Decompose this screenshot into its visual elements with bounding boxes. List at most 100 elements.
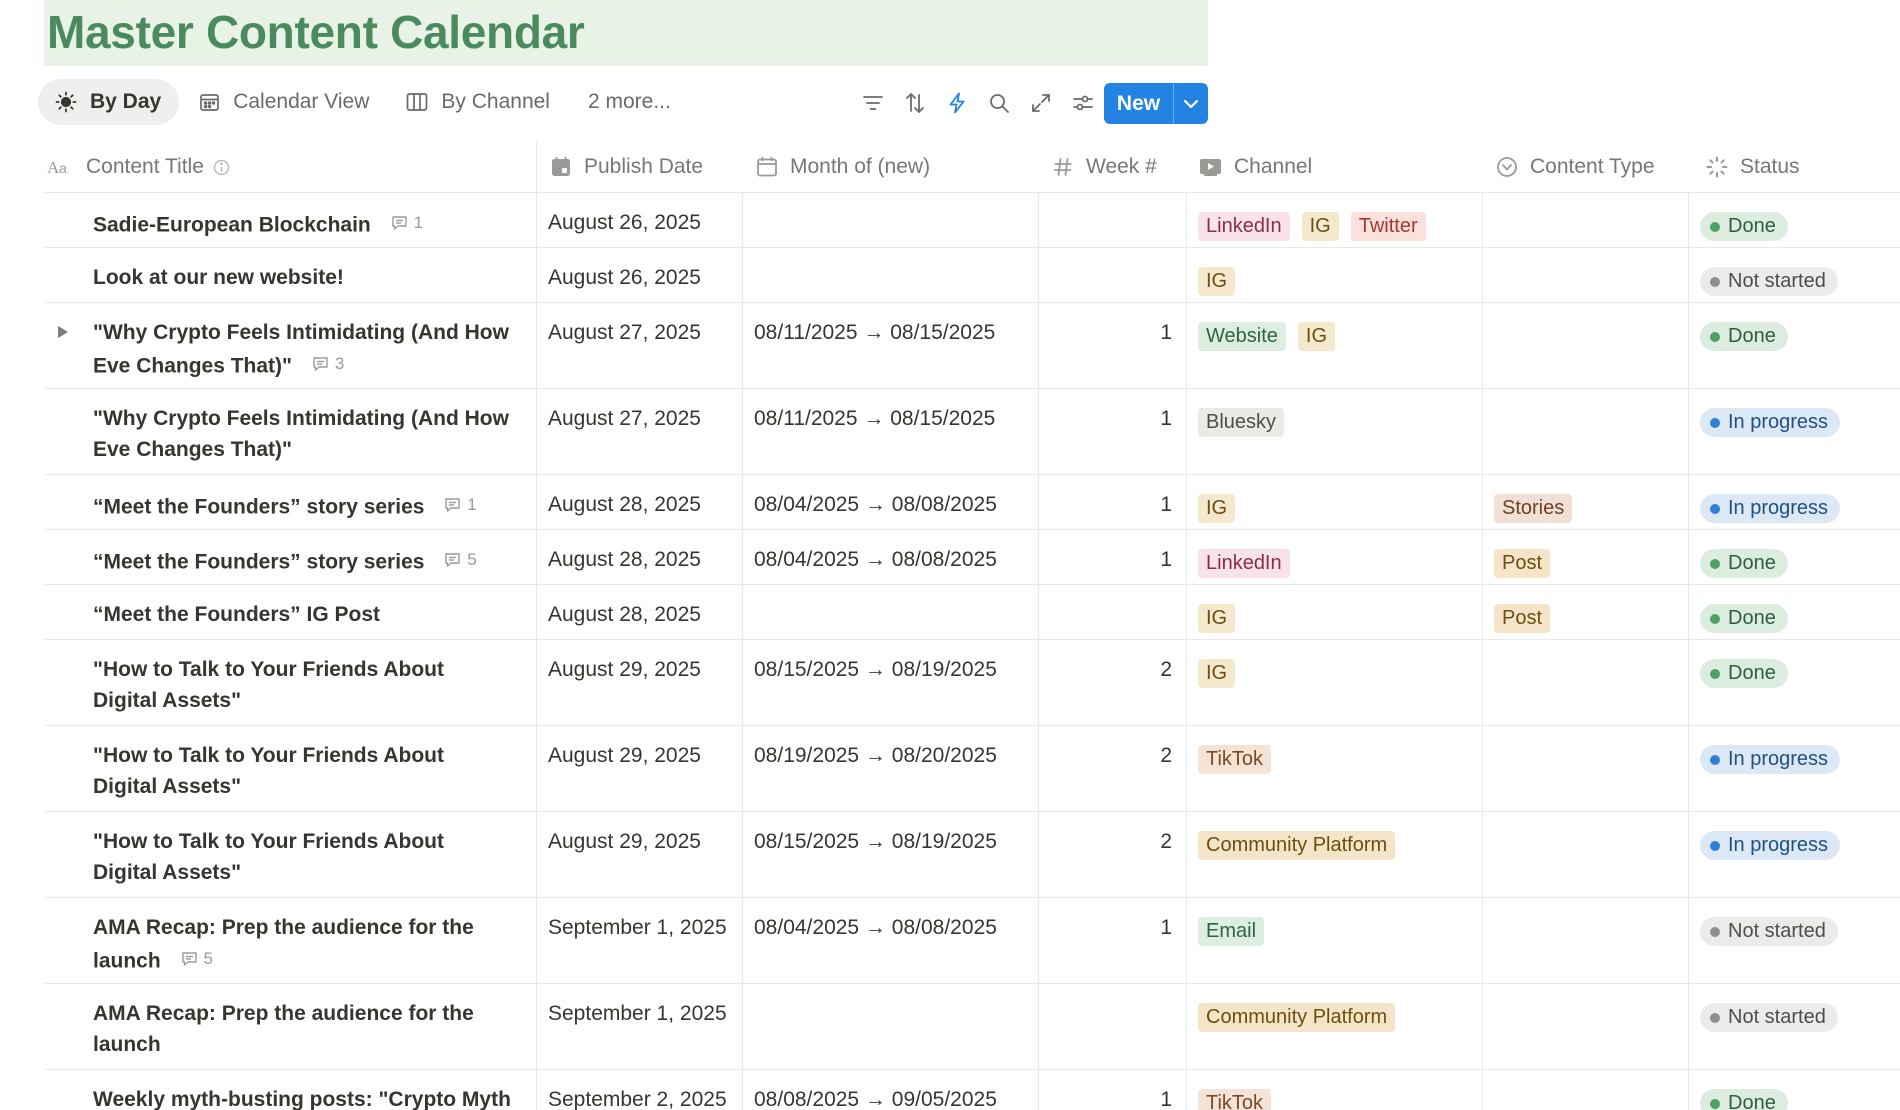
cell-content-type[interactable] (1482, 812, 1688, 897)
cell-week[interactable]: 2 (1038, 726, 1186, 811)
row-title[interactable]: "How to Talk to Your Friends About Digit… (93, 654, 513, 716)
table-row[interactable]: Sadie-European Blockchain 1 August 26, 2… (44, 193, 1900, 248)
cell-status[interactable]: In progress (1688, 726, 1900, 811)
row-title[interactable]: "Why Crypto Feels Intimidating (And How … (93, 403, 513, 465)
status-badge[interactable]: In progress (1700, 494, 1841, 523)
cell-channel[interactable]: IG (1186, 585, 1482, 639)
cell-week[interactable]: 1 (1038, 898, 1186, 983)
cell-week[interactable]: 1 (1038, 1070, 1186, 1110)
column-header-publish-date[interactable]: Publish Date (548, 141, 703, 193)
table-row[interactable]: “Meet the Founders” story series 5 Augus… (44, 530, 1900, 585)
cell-channel[interactable]: TikTok (1186, 1070, 1482, 1110)
cell-content-title[interactable]: Look at our new website! (44, 248, 536, 302)
table-row[interactable]: "How to Talk to Your Friends About Digit… (44, 640, 1900, 726)
cell-content-title[interactable]: Sadie-European Blockchain 1 (44, 193, 536, 247)
cell-week[interactable]: 2 (1038, 640, 1186, 725)
cell-channel[interactable]: TikTok (1186, 726, 1482, 811)
content-type-tag[interactable]: Stories (1494, 494, 1573, 523)
comment-count[interactable]: 3 (312, 348, 344, 379)
cell-month[interactable] (742, 984, 1038, 1069)
info-icon[interactable] (213, 159, 230, 176)
table-row[interactable]: AMA Recap: Prep the audience for the lau… (44, 898, 1900, 984)
status-badge[interactable]: Not started (1700, 1003, 1838, 1032)
settings-sliders-icon[interactable] (1062, 82, 1104, 124)
cell-publish-date[interactable]: August 28, 2025 (536, 475, 742, 529)
cell-channel[interactable]: IG (1186, 475, 1482, 529)
table-row[interactable]: “Meet the Founders” IG Post August 28, 2… (44, 585, 1900, 640)
cell-publish-date[interactable]: August 29, 2025 (536, 640, 742, 725)
cell-publish-date[interactable]: August 26, 2025 (536, 248, 742, 302)
cell-channel[interactable]: Bluesky (1186, 389, 1482, 474)
channel-tag[interactable]: Twitter (1350, 212, 1426, 241)
cell-content-type[interactable] (1482, 193, 1688, 247)
channel-tag[interactable]: Bluesky (1198, 408, 1285, 437)
cell-status[interactable]: Not started (1688, 898, 1900, 983)
tab-calendar-view[interactable]: Calendar View (179, 79, 387, 125)
table-row[interactable]: "How to Talk to Your Friends About Digit… (44, 812, 1900, 898)
cell-content-type[interactable] (1482, 389, 1688, 474)
cell-month[interactable]: 08/15/2025 → 08/19/2025 (742, 812, 1038, 897)
cell-publish-date[interactable]: September 1, 2025 (536, 984, 742, 1069)
row-title[interactable]: "Why Crypto Feels Intimidating (And How … (93, 317, 513, 382)
column-header-content-type[interactable]: Content Type (1494, 141, 1655, 193)
status-badge[interactable]: Done (1700, 604, 1788, 633)
column-header-status[interactable]: Status (1704, 141, 1800, 193)
row-title[interactable]: “Meet the Founders” story series 5 (93, 544, 513, 578)
status-badge[interactable]: Done (1700, 549, 1788, 578)
row-title[interactable]: AMA Recap: Prep the audience for the lau… (93, 912, 513, 977)
status-badge[interactable]: Done (1700, 1089, 1788, 1110)
channel-tag[interactable]: IG (1297, 322, 1336, 351)
filter-icon[interactable] (852, 82, 894, 124)
cell-week[interactable]: 1 (1038, 389, 1186, 474)
cell-content-title[interactable]: "How to Talk to Your Friends About Digit… (44, 812, 536, 897)
more-views-button[interactable]: 2 more... (568, 79, 689, 125)
cell-content-type[interactable]: Stories (1482, 475, 1688, 529)
cell-status[interactable]: Done (1688, 303, 1900, 388)
sort-icon[interactable] (894, 82, 936, 124)
channel-tag[interactable]: IG (1198, 494, 1236, 523)
cell-content-title[interactable]: “Meet the Founders” IG Post (44, 585, 536, 639)
cell-publish-date[interactable]: August 28, 2025 (536, 530, 742, 584)
cell-week[interactable] (1038, 248, 1186, 302)
status-badge[interactable]: Not started (1700, 267, 1838, 296)
status-badge[interactable]: Done (1700, 322, 1788, 351)
row-title[interactable]: “Meet the Founders” story series 1 (93, 489, 513, 523)
cell-channel[interactable]: IG (1186, 640, 1482, 725)
cell-month[interactable]: 08/04/2025 → 08/08/2025 (742, 530, 1038, 584)
status-badge[interactable]: In progress (1700, 745, 1841, 774)
cell-publish-date[interactable]: August 27, 2025 (536, 303, 742, 388)
status-badge[interactable]: Done (1700, 659, 1788, 688)
cell-status[interactable]: In progress (1688, 475, 1900, 529)
row-title[interactable]: Look at our new website! (93, 262, 513, 293)
cell-content-title[interactable]: "Why Crypto Feels Intimidating (And How … (44, 389, 536, 474)
cell-status[interactable]: Done (1688, 1070, 1900, 1110)
row-title[interactable]: AMA Recap: Prep the audience for the lau… (93, 998, 513, 1060)
cell-content-type[interactable]: Post (1482, 530, 1688, 584)
channel-tag[interactable]: Community Platform (1198, 831, 1396, 860)
cell-status[interactable]: Not started (1688, 248, 1900, 302)
content-type-tag[interactable]: Post (1494, 549, 1551, 578)
cell-publish-date[interactable]: August 26, 2025 (536, 193, 742, 247)
cell-month[interactable]: 08/04/2025 → 08/08/2025 (742, 898, 1038, 983)
column-header-month[interactable]: Month of (new) (754, 141, 930, 193)
cell-content-title[interactable]: AMA Recap: Prep the audience for the lau… (44, 898, 536, 983)
column-header-content-title[interactable]: Aa Content Title (46, 141, 230, 193)
cell-channel[interactable]: Community Platform (1186, 984, 1482, 1069)
comment-count[interactable]: 5 (181, 943, 213, 974)
cell-content-type[interactable] (1482, 1070, 1688, 1110)
content-type-tag[interactable]: Post (1494, 604, 1551, 633)
cell-channel[interactable]: Community Platform (1186, 812, 1482, 897)
channel-tag[interactable]: IG (1198, 604, 1236, 633)
chevron-down-icon[interactable] (1174, 99, 1208, 109)
cell-status[interactable]: Done (1688, 585, 1900, 639)
cell-month[interactable]: 08/11/2025 → 08/15/2025 (742, 303, 1038, 388)
comment-count[interactable]: 1 (391, 207, 423, 238)
cell-channel[interactable]: LinkedIn IG Twitter (1186, 193, 1482, 247)
cell-content-type[interactable] (1482, 248, 1688, 302)
tab-by-day[interactable]: By Day (38, 79, 180, 125)
cell-channel[interactable]: IG (1186, 248, 1482, 302)
table-row[interactable]: “Meet the Founders” story series 1 Augus… (44, 475, 1900, 530)
row-title[interactable]: "How to Talk to Your Friends About Digit… (93, 740, 513, 802)
status-badge[interactable]: In progress (1700, 408, 1841, 437)
channel-tag[interactable]: LinkedIn (1198, 549, 1290, 578)
